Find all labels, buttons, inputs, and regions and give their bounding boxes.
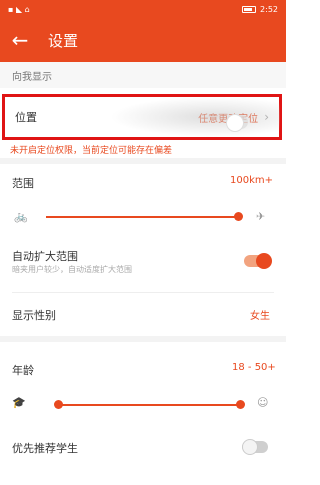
auto-expand-toggle[interactable] — [244, 253, 272, 269]
prefer-students-label: 优先推荐学生 — [12, 442, 78, 455]
age-slider-min-thumb[interactable] — [54, 400, 63, 409]
bicycle-icon: 🚲 — [14, 210, 28, 223]
network-icons: ▪ ◣ ⌂ — [8, 4, 30, 14]
range-slider-thumb[interactable] — [234, 212, 243, 221]
back-arrow-icon[interactable]: ← — [0, 18, 40, 62]
status-bar: ▪ ◣ ⌂ 2:52 — [0, 0, 286, 18]
elder-face-icon: ☺ — [257, 396, 269, 409]
divider — [0, 158, 286, 164]
clock: 2:52 — [260, 4, 278, 14]
age-slider-track[interactable] — [58, 404, 240, 406]
chevron-right-icon: › — [264, 110, 269, 124]
gender-label: 显示性别 — [12, 309, 56, 322]
range-slider-track[interactable] — [46, 216, 238, 218]
toggle-knob — [242, 439, 258, 455]
prefer-students-toggle[interactable] — [242, 439, 268, 455]
app-bar: ← 设置 — [0, 18, 286, 62]
location-row[interactable]: 位置 任意更改定位 › — [2, 94, 282, 140]
ghost-toggle — [226, 114, 248, 132]
range-label: 范围 — [12, 177, 34, 190]
age-value: 18 - 50+ — [232, 362, 276, 373]
divider — [0, 336, 286, 342]
graduation-cap-icon: 🎓 — [12, 396, 26, 409]
page-title: 设置 — [48, 31, 79, 50]
status-icons: ▪ ◣ ⌂ — [8, 5, 30, 14]
airplane-icon: ✈ — [256, 210, 266, 223]
battery-icon — [242, 5, 257, 13]
age-slider-max-thumb[interactable] — [236, 400, 245, 409]
section-header-show-me: 向我显示 — [0, 62, 286, 88]
divider-line — [12, 292, 274, 293]
toggle-knob — [256, 253, 272, 269]
status-right: 2:52 — [242, 5, 278, 14]
auto-expand-subtext: 暗夹用户较少，自动适度扩大范围 — [12, 265, 132, 274]
gender-value[interactable]: 女生 — [250, 307, 270, 322]
age-label: 年龄 — [12, 364, 34, 377]
location-permission-hint: 未开启定位权限，当前定位可能存在偏差 — [10, 146, 173, 156]
location-label: 位置 — [15, 111, 37, 124]
range-value: 100km+ — [230, 175, 273, 186]
auto-expand-label: 自动扩大范围 — [12, 250, 78, 263]
